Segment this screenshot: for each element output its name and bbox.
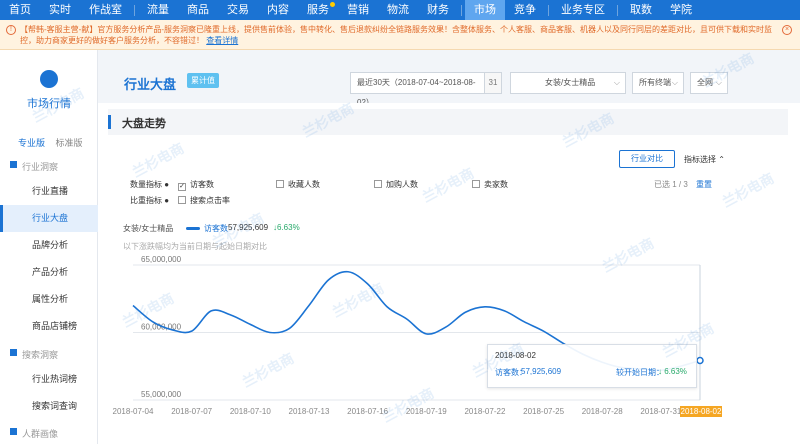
x-tick-label: 2018-07-19 [406,407,447,416]
tooltip-date: 2018-08-02 [495,351,536,360]
x-tick-label: 2018-07-10 [230,407,271,416]
tooltip-value: 57,925,609 [521,367,562,376]
tooltip-compare-label: 较开始日期： [616,368,664,377]
x-tick-label: 2018-07-07 [171,407,212,416]
chart-tooltip: 2018-08-02 访客数： 57,925,609 较开始日期： ↓ 6.63… [487,344,697,388]
data-point-highlight [696,356,704,365]
x-tick-label: 2018-07-13 [289,407,330,416]
x-tick-label: 2018-07-04 [113,407,154,416]
x-tick-label: 2018-07-28 [582,407,623,416]
tooltip-change: ↓ 6.63% [658,367,687,376]
x-tick-label-highlight: 2018-08-02 [680,406,722,417]
y-tick-label: 65,000,000 [141,255,182,264]
x-tick-label: 2018-07-25 [523,407,564,416]
x-tick-label: 2018-07-31 [640,407,681,416]
x-tick-label: 2018-07-16 [347,407,388,416]
y-tick-label: 55,000,000 [141,390,182,399]
x-tick-label: 2018-07-22 [464,407,505,416]
